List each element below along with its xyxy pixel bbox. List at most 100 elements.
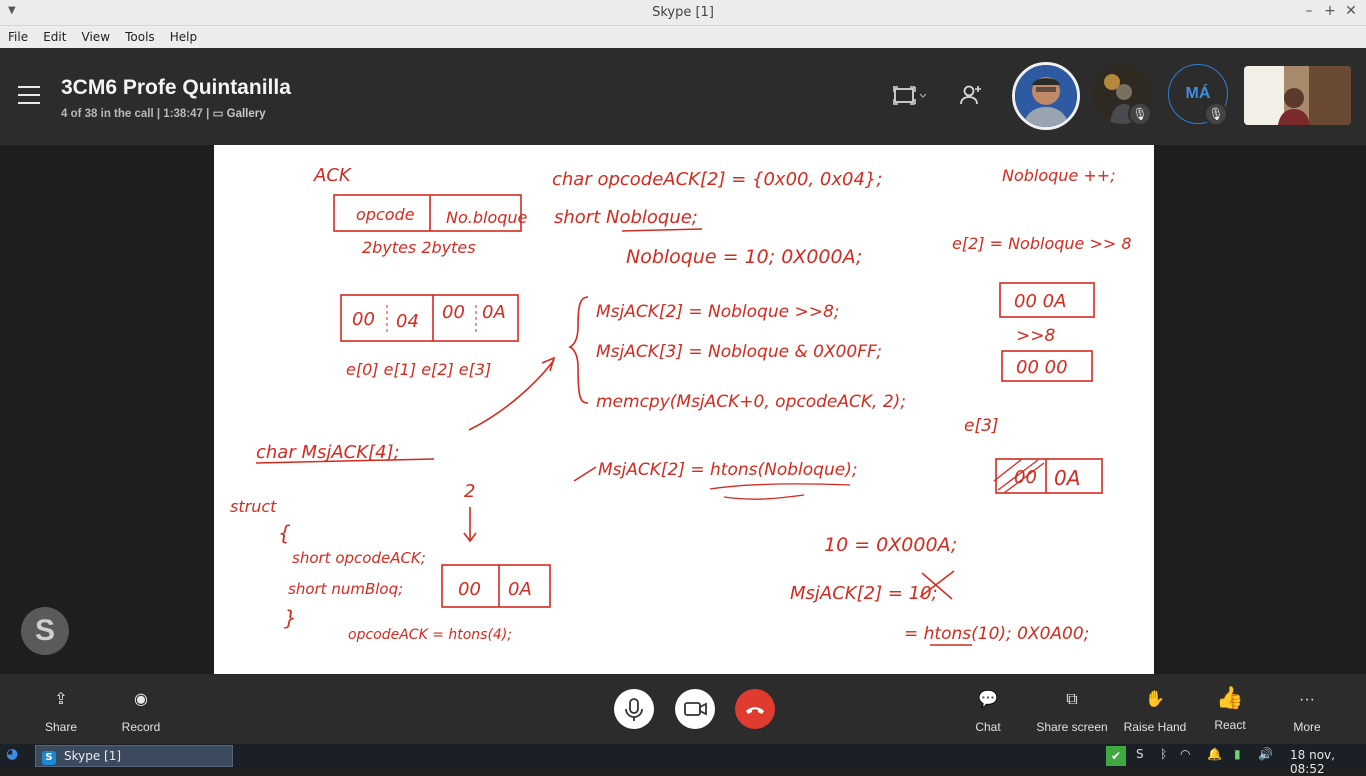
note-msjack2-shift: MsjACK[2] = Nobloque >>8; <box>596 302 840 322</box>
svg-text:}: } <box>284 606 297 630</box>
note-short-numbloq: short numBloq; <box>288 580 403 598</box>
record-button[interactable]: ◉ Record <box>116 688 166 734</box>
svg-text:>>8: >>8 <box>1016 326 1055 346</box>
svg-text:00 00: 00 00 <box>1016 357 1068 378</box>
camera-button[interactable] <box>675 689 715 729</box>
end-call-icon <box>746 707 764 714</box>
skype-logo-icon: S <box>21 607 69 655</box>
close-icon[interactable]: ✕ <box>1342 3 1360 19</box>
menu-view[interactable]: View <box>74 27 110 44</box>
participant-photo-1 <box>1015 65 1077 127</box>
muted-mic-icon-2: 🎙 <box>1128 102 1152 126</box>
call-subtitle: 4 of 38 in the call | 1:38:47 | ▭ Galler… <box>61 108 266 120</box>
note-ack: ACK <box>313 165 352 186</box>
call-duration: 1:38:47 <box>163 108 203 120</box>
shared-screen-area: ACK opcode No.bloque 2bytes 2bytes 00 04… <box>0 145 1366 674</box>
end-call-button[interactable] <box>735 689 775 729</box>
thumbs-up-icon: 👍 <box>1216 685 1244 710</box>
note-e2-shift: e[2] = Nobloque >> 8 <box>952 234 1132 253</box>
menu-help[interactable]: Help <box>162 27 197 44</box>
muted-mic-icon-3: 🎙 <box>1204 102 1228 126</box>
note-msjack2-htons: MsjACK[2] = htons(Nobloque); <box>598 460 858 480</box>
svg-text:00 0A: 00 0A <box>1014 291 1066 312</box>
start-menu-icon[interactable]: ◕ <box>6 746 18 762</box>
note-bytes: 2bytes 2bytes <box>362 238 476 257</box>
more-button[interactable]: ··· More <box>1286 688 1328 734</box>
svg-text:0A: 0A <box>482 302 506 323</box>
svg-text:e[3]: e[3] <box>964 416 999 436</box>
chat-button[interactable]: 💬 Chat <box>968 688 1008 734</box>
microphone-button[interactable] <box>614 689 654 729</box>
note-opcode: opcode <box>356 205 415 224</box>
note-memcpy: memcpy(MsjACK+0, opcodeACK, 2); <box>596 392 906 412</box>
e3-box <box>995 458 1103 494</box>
whiteboard: ACK opcode No.bloque 2bytes 2bytes 00 04… <box>214 145 1154 674</box>
window-title: Skype [1] <box>652 5 714 20</box>
add-participant-icon[interactable] <box>960 84 982 106</box>
more-icon: ··· <box>1299 691 1315 708</box>
call-title: 3CM6 Profe Quintanilla <box>61 76 291 99</box>
note-nobloque-inc: Nobloque ++; <box>1002 166 1116 185</box>
notification-bell-icon[interactable]: 🔔 <box>1207 747 1222 761</box>
participant-count: 4 of 38 in the call <box>61 108 154 120</box>
note-short-nobloque: short Nobloque; <box>554 207 698 228</box>
taskbar: ◕ S Skype [1] ✔ S ᛒ ◠ 🔔 ▮ 🔊 18 nov, 08:52 <box>0 744 1366 776</box>
note-struct: struct <box>230 497 277 516</box>
svg-text:00: 00 <box>1014 467 1037 488</box>
call-header: 3CM6 Profe Quintanilla 4 of 38 in the ca… <box>0 48 1366 145</box>
raise-hand-button[interactable]: ✋ Raise Hand <box>1122 688 1188 734</box>
microphone-icon <box>625 698 643 721</box>
svg-text:0A: 0A <box>1054 466 1080 490</box>
svg-text:0A: 0A <box>508 579 532 600</box>
gallery-icon: ▭ <box>212 108 224 120</box>
chat-icon: 💬 <box>978 691 998 708</box>
svg-text:00: 00 <box>352 309 375 330</box>
volume-icon[interactable]: 🔊 <box>1258 747 1273 761</box>
hamburger-menu-icon[interactable] <box>18 86 40 104</box>
participant-video-frame <box>1244 66 1351 125</box>
menu-edit[interactable]: Edit <box>35 27 66 44</box>
battery-icon[interactable]: ▮ <box>1234 747 1241 761</box>
maximize-icon[interactable]: + <box>1321 3 1339 19</box>
svg-text:00: 00 <box>442 302 465 323</box>
menu-bar: File Edit View Tools Help <box>0 26 1366 48</box>
note-nobloque: No.bloque <box>446 208 528 227</box>
share-screen-button[interactable]: ⧉ Share screen <box>1034 688 1110 734</box>
share-icon: ⇪ <box>54 691 68 708</box>
wifi-icon[interactable]: ◠ <box>1180 747 1190 761</box>
menu-file[interactable]: File <box>0 27 28 44</box>
note-short-opcode: short opcodeACK; <box>292 549 426 567</box>
taskbar-skype-button[interactable]: S Skype [1] <box>35 745 233 767</box>
minimize-icon[interactable]: – <box>1300 3 1318 19</box>
hand-icon: ✋ <box>1145 691 1165 708</box>
layout-switch-icon[interactable] <box>893 86 929 106</box>
menu-tools[interactable]: Tools <box>117 27 155 44</box>
participant-video-4[interactable] <box>1244 66 1351 125</box>
camera-icon <box>684 702 707 716</box>
record-icon: ◉ <box>134 691 148 708</box>
window-titlebar: ▼ Skype [1] – + ✕ <box>0 0 1366 26</box>
note-indices: e[0] e[1] e[2] e[3] <box>346 360 491 379</box>
skype-app-icon: S <box>42 751 56 765</box>
skype-tray-icon[interactable]: S <box>1136 747 1144 761</box>
bluetooth-icon[interactable]: ᛒ <box>1160 747 1167 761</box>
note-msjack3-mask: MsjACK[3] = Nobloque & 0X00FF; <box>596 342 882 362</box>
view-mode-label[interactable]: Gallery <box>227 108 266 120</box>
note-nobloque-assign: Nobloque = 10; 0X000A; <box>626 246 862 268</box>
note-msjack2-ten: MsjACK[2] = 10; <box>790 583 938 604</box>
share-button[interactable]: ⇪ Share <box>40 688 82 734</box>
call-controls: ⇪ Share ◉ Record 💬 Chat ⧉ Share screen ✋… <box>0 674 1366 744</box>
svg-text:2: 2 <box>464 481 475 502</box>
note-htons-ten: = htons(10); 0X0A00; <box>904 624 1089 644</box>
note-ten-hex: 10 = 0X000A; <box>824 534 957 556</box>
svg-text:04: 04 <box>396 311 419 332</box>
svg-text:00: 00 <box>458 579 481 600</box>
note-char-opcodeack: char opcodeACK[2] = {0x00, 0x04}; <box>552 169 882 190</box>
react-button[interactable]: 👍 React <box>1208 684 1252 732</box>
participant-avatar-1[interactable] <box>1012 62 1080 130</box>
share-screen-icon: ⧉ <box>1066 691 1078 708</box>
clock[interactable]: 18 nov, 08:52 <box>1290 748 1366 776</box>
whiteboard-drawing: ACK opcode No.bloque 2bytes 2bytes 00 04… <box>230 165 1132 646</box>
update-check-icon[interactable]: ✔ <box>1106 746 1126 766</box>
note-opcodeack-htons: opcodeACK = htons(4); <box>348 627 512 643</box>
